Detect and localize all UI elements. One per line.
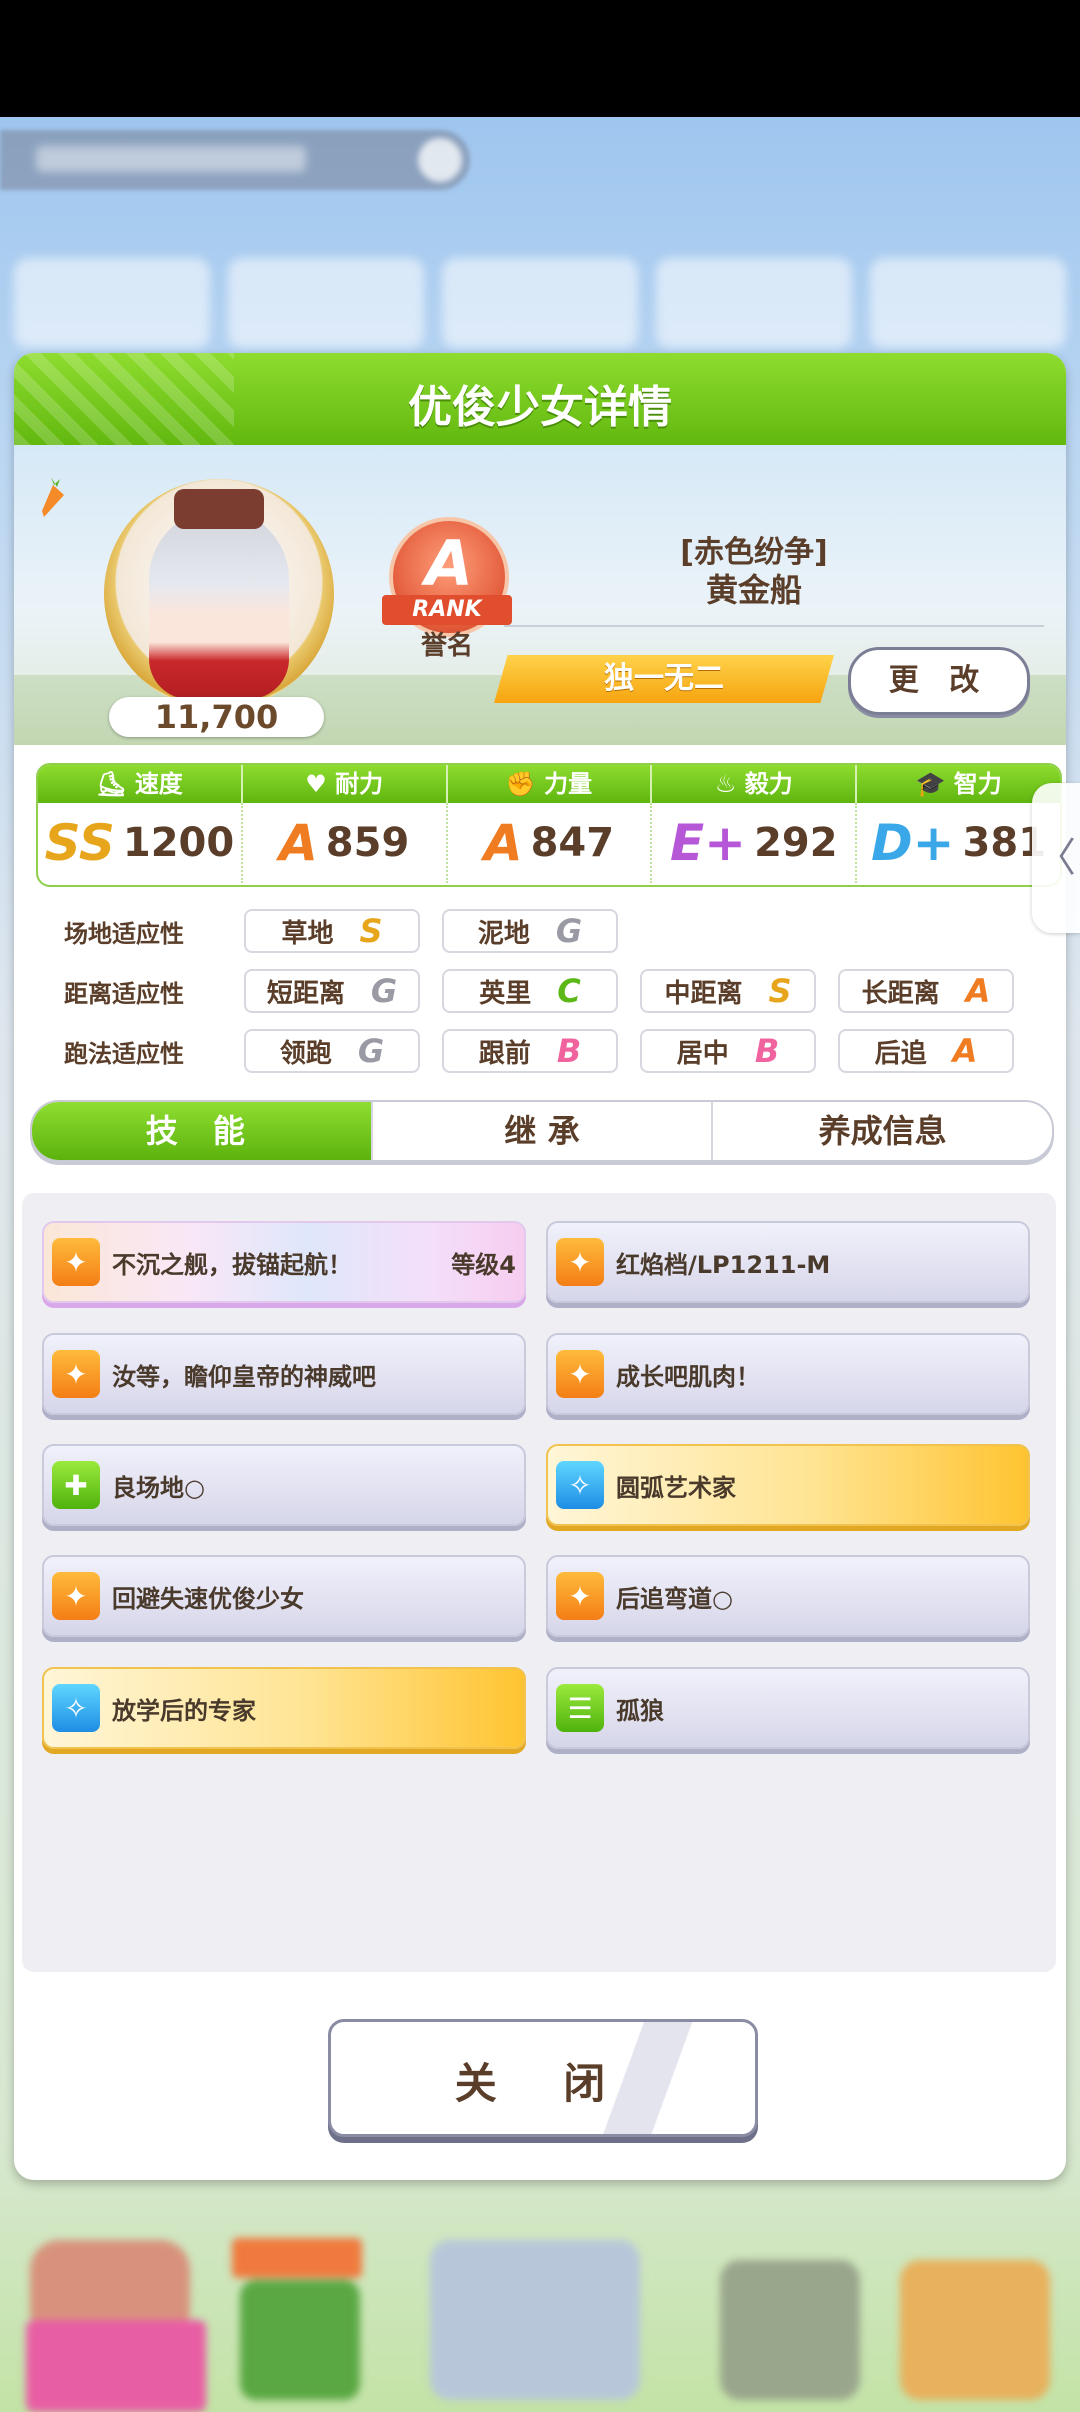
stat-power: A 847: [448, 803, 653, 883]
stat-stamina: A 859: [243, 803, 448, 883]
stats-values: SS 1200 A 859 A 847 E+ 292 D+ 381: [38, 803, 1060, 883]
stat-grade: D+: [871, 814, 955, 872]
stat-grade: A: [483, 814, 523, 872]
aptitude-front: 领跑 G: [244, 1029, 420, 1073]
side-expand-tab[interactable]: 〈: [1032, 783, 1080, 933]
rank-letter: A: [425, 527, 473, 600]
speed-skill-icon: ✦: [52, 1238, 100, 1286]
stat-guts: E+ 292: [652, 803, 858, 883]
close-button[interactable]: 关 闭: [328, 2019, 758, 2137]
aptitude-label: 场地适应性: [64, 919, 184, 948]
aptitude-label: 距离适应性: [64, 979, 184, 1008]
aptitude-medium: 中距离 S: [640, 969, 816, 1013]
aptitude-dirt: 泥地 G: [442, 909, 618, 953]
speed-skill-icon: ✦: [556, 1238, 604, 1286]
aptitude-late: 居中 B: [640, 1029, 816, 1073]
aptitude-turf: 草地 S: [244, 909, 420, 953]
stat-grade: A: [279, 814, 318, 872]
aptitude-long: 长距离 A: [838, 969, 1014, 1013]
skill-card[interactable]: ✦ 后追弯道○: [546, 1555, 1030, 1637]
close-button-label: 关 闭: [454, 2059, 632, 2108]
stats-header: ⛸ 速度 ♥ 耐力 ✊ 力量 ♨ 毅力 🎓 智力: [38, 765, 1060, 803]
tab-training-info[interactable]: 养成信息: [713, 1102, 1052, 1160]
character-name: 黄金船: [705, 571, 802, 609]
carrot-icon: [42, 477, 64, 517]
stat-value: 847: [530, 820, 615, 866]
aptitude-row-distance: 距离适应性 短距离 G 英里 C 中距离 S 长距离 A: [64, 967, 1036, 1015]
change-title-button[interactable]: 更 改: [848, 647, 1030, 715]
panel-title: 优俊少女详情: [408, 382, 672, 433]
recovery-skill-icon: ✧: [52, 1684, 100, 1732]
aptitude-pace: 跟前 B: [442, 1029, 618, 1073]
help-icon: [418, 138, 462, 182]
speed-skill-icon: ✦: [556, 1350, 604, 1398]
evaluation-score: 11,700: [109, 697, 324, 737]
blurred-bottom-nav: [0, 2200, 1080, 2412]
panel-header: 优俊少女详情: [14, 353, 1066, 445]
speed-skill-icon: ✦: [556, 1572, 604, 1620]
stat-grade: SS: [44, 814, 115, 872]
skill-card[interactable]: ✦ 回避失速优俊少女: [42, 1555, 526, 1637]
stat-wisdom: D+ 381: [857, 803, 1060, 883]
skill-card[interactable]: ✚ 良场地○: [42, 1444, 526, 1526]
character-portrait[interactable]: [104, 479, 334, 709]
stat-skill-icon: ✚: [52, 1461, 100, 1509]
stats-table: ⛸ 速度 ♥ 耐力 ✊ 力量 ♨ 毅力 🎓 智力 SS 1200 A 859 A…: [36, 763, 1062, 887]
skill-card[interactable]: ✧ 放学后的专家: [42, 1667, 526, 1749]
skill-level: 等级4: [451, 1250, 516, 1279]
heart-icon: ♥: [305, 770, 336, 798]
character-hero: 11,700 A RANK 誉名 [赤色纷争] 黄金船 独一无二 更 改: [14, 445, 1066, 745]
skills-list: ✦ 不沉之舰，拔锚起航！ 等级4 ✦ 红焰档/LP1211-M ✦ 汝等，瞻仰皇…: [22, 1193, 1056, 1972]
stat-label-guts: ♨ 毅力: [652, 765, 858, 803]
stat-value: 1200: [122, 820, 235, 866]
detail-tabs: 技 能 继 承 养成信息: [30, 1100, 1054, 1162]
aptitude-label: 跑法适应性: [64, 1039, 184, 1068]
unique-title-bar: 独一无二: [494, 655, 834, 703]
stat-label-wisdom: 🎓 智力: [915, 770, 1002, 798]
rank-ribbon: RANK: [382, 595, 512, 625]
skill-card[interactable]: ✦ 成长吧肌肉！: [546, 1333, 1030, 1415]
tab-skills[interactable]: 技 能: [32, 1102, 373, 1160]
blurred-title-bar: [0, 130, 470, 190]
aptitude-row-style: 跑法适应性 领跑 G 跟前 B 居中 B 后追 A: [64, 1027, 1036, 1075]
stat-label-power: ✊ 力量: [448, 765, 653, 803]
stat-label-stamina: ♥ 耐力: [243, 765, 448, 803]
tab-inheritance[interactable]: 继 承: [373, 1102, 714, 1160]
speed-skill-icon: ✦: [52, 1350, 100, 1398]
blurred-title-text: [36, 146, 306, 172]
skill-card[interactable]: ✦ 红焰档/LP1211-M: [546, 1221, 1030, 1303]
skill-card[interactable]: ☰ 孤狼: [546, 1667, 1030, 1749]
stat-grade: E+: [670, 814, 747, 872]
character-detail-panel: 优俊少女详情 11,700 A RANK 誉名 [赤色纷争] 黄金船 独一无二 …: [14, 353, 1066, 2180]
aptitude-row-track: 场地适应性 草地 S 泥地 G: [64, 907, 640, 955]
blurred-member-row: [14, 258, 1066, 348]
stat-value: 859: [325, 820, 410, 866]
skill-card[interactable]: ✧ 圆弧艺术家: [546, 1444, 1030, 1526]
graduation-cap-icon: 🎓: [915, 770, 954, 798]
flame-icon: ♨: [714, 770, 745, 798]
stat-label-speed: ⛸ 速度: [38, 765, 243, 803]
muscle-icon: ✊: [505, 770, 545, 798]
aptitude-mile: 英里 C: [442, 969, 618, 1013]
skill-card[interactable]: ✦ 不沉之舰，拔锚起航！ 等级4: [42, 1221, 526, 1303]
recovery-skill-icon: ✧: [556, 1461, 604, 1509]
stat-speed: SS 1200: [38, 803, 243, 883]
rank-label: 誉名: [420, 631, 473, 661]
stat-skill-icon: ☰: [556, 1684, 604, 1732]
speed-skill-icon: ✦: [52, 1572, 100, 1620]
shoe-icon: ⛸: [95, 770, 135, 798]
stat-value: 292: [754, 820, 838, 866]
aptitude-sprint: 短距离 G: [244, 969, 420, 1013]
skill-card[interactable]: ✦ 汝等，瞻仰皇帝的神威吧: [42, 1333, 526, 1415]
aptitude-end: 后追 A: [838, 1029, 1014, 1073]
